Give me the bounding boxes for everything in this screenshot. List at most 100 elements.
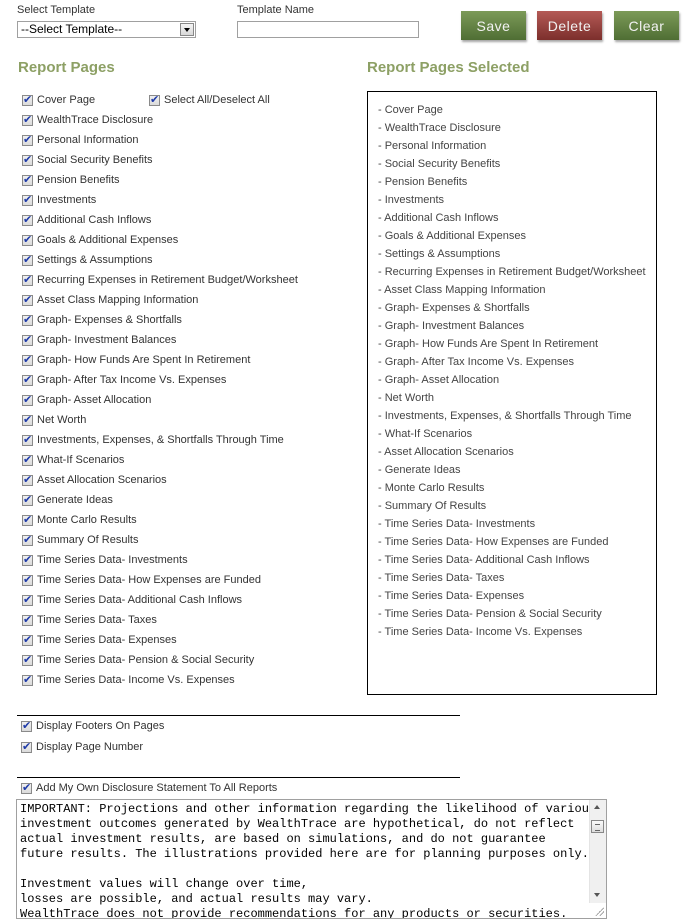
- selected-page-item: - Settings & Assumptions: [378, 248, 501, 260]
- template-name-label: Template Name: [237, 4, 315, 16]
- report-page-checkbox[interactable]: [22, 653, 33, 666]
- selected-page-item: - Investments, Expenses, & Shortfalls Th…: [378, 410, 632, 422]
- selected-page-item: - What-If Scenarios: [378, 428, 473, 440]
- report-page-label: Recurring Expenses in Retirement Budget/…: [37, 274, 298, 286]
- scroll-down-icon[interactable]: [594, 893, 600, 897]
- report-page-checkbox[interactable]: [22, 673, 33, 686]
- chevron-down-icon[interactable]: [180, 23, 194, 36]
- report-page-label: Time Series Data- Expenses: [37, 634, 177, 646]
- selected-page-item: - Net Worth: [378, 392, 435, 404]
- selected-page-item: - Personal Information: [378, 140, 487, 152]
- report-page-checkbox[interactable]: [22, 413, 33, 426]
- report-page-label: Monte Carlo Results: [37, 514, 137, 526]
- scroll-up-icon[interactable]: [594, 805, 600, 809]
- report-page-label: Asset Class Mapping Information: [37, 294, 199, 306]
- report-page-checkbox[interactable]: [22, 133, 33, 146]
- selected-page-item: - Goals & Additional Expenses: [378, 230, 526, 242]
- template-name-input[interactable]: [237, 21, 419, 38]
- report-page-label: Time Series Data- Pension & Social Secur…: [37, 654, 255, 666]
- report-pages-heading: Report Pages: [18, 59, 115, 76]
- report-page-checkbox[interactable]: [22, 113, 33, 126]
- select-template-dropdown[interactable]: --Select Template--: [17, 21, 196, 38]
- report-page-label: Additional Cash Inflows: [37, 214, 152, 226]
- display-page-number-label: Display Page Number: [36, 741, 143, 753]
- report-page-label: Pension Benefits: [37, 174, 120, 186]
- report-page-label: Time Series Data- Additional Cash Inflow…: [37, 594, 243, 606]
- selected-page-item: - Asset Allocation Scenarios: [378, 446, 514, 458]
- report-page-checkbox[interactable]: [22, 253, 33, 266]
- selected-page-item: - Investments: [378, 194, 445, 206]
- display-page-number-checkbox[interactable]: [21, 740, 32, 753]
- scrollbar[interactable]: [589, 800, 606, 903]
- report-page-checkbox[interactable]: [22, 493, 33, 506]
- report-page-checkbox[interactable]: [22, 613, 33, 626]
- selected-page-item: - Time Series Data- Pension & Social Sec…: [378, 608, 602, 620]
- own-disclosure-checkbox[interactable]: [21, 781, 32, 794]
- report-page-label: Generate Ideas: [37, 494, 113, 506]
- report-page-label: Graph- Investment Balances: [37, 334, 177, 346]
- selected-page-item: - Pension Benefits: [378, 176, 468, 188]
- report-page-checkbox[interactable]: [22, 373, 33, 386]
- report-page-checkbox[interactable]: [22, 453, 33, 466]
- disclosure-textarea[interactable]: IMPORTANT: Projections and other informa…: [16, 799, 607, 919]
- report-page-label: Time Series Data- How Expenses are Funde…: [37, 574, 261, 586]
- selected-page-item: - Summary Of Results: [378, 500, 487, 512]
- selected-page-item: - Time Series Data- Additional Cash Infl…: [378, 554, 590, 566]
- report-page-checkbox[interactable]: [22, 273, 33, 286]
- selected-page-item: - Graph- Expenses & Shortfalls: [378, 302, 530, 314]
- select-template-label: Select Template: [17, 4, 96, 16]
- report-page-checkbox[interactable]: [22, 533, 33, 546]
- report-page-checkbox[interactable]: [22, 573, 33, 586]
- report-page-checkbox[interactable]: [22, 593, 33, 606]
- selected-page-item: - Time Series Data- Income Vs. Expenses: [378, 626, 583, 638]
- report-page-label: Graph- Expenses & Shortfalls: [37, 314, 182, 326]
- report-page-checkbox[interactable]: [22, 553, 33, 566]
- report-page-checkbox[interactable]: [22, 393, 33, 406]
- report-page-checkbox[interactable]: [22, 513, 33, 526]
- report-page-label: Summary Of Results: [37, 534, 139, 546]
- report-page-label: Investments: [37, 194, 97, 206]
- selected-page-item: - Time Series Data- Taxes: [378, 572, 505, 584]
- report-page-checkbox[interactable]: [22, 313, 33, 326]
- select-all-checkbox[interactable]: [149, 93, 160, 106]
- selected-page-item: - Cover Page: [378, 104, 443, 116]
- selected-page-item: - Social Security Benefits: [378, 158, 501, 170]
- scroll-thumb[interactable]: [591, 820, 604, 833]
- report-page-checkbox[interactable]: [22, 353, 33, 366]
- delete-button[interactable]: Delete: [537, 11, 602, 40]
- report-page-checkbox[interactable]: [22, 173, 33, 186]
- clear-button[interactable]: Clear: [614, 11, 679, 40]
- selected-page-item: - WealthTrace Disclosure: [378, 122, 501, 134]
- report-page-checkbox[interactable]: [22, 293, 33, 306]
- selected-page-item: - Graph- Investment Balances: [378, 320, 525, 332]
- selected-page-item: - Graph- Asset Allocation: [378, 374, 500, 386]
- report-page-label: WealthTrace Disclosure: [37, 114, 154, 126]
- own-disclosure-label: Add My Own Disclosure Statement To All R…: [36, 782, 278, 794]
- report-pages-selected-heading: Report Pages Selected: [367, 59, 530, 76]
- selected-page-item: - Time Series Data- Investments: [378, 518, 536, 530]
- report-page-checkbox[interactable]: [22, 153, 33, 166]
- report-page-label: What-If Scenarios: [37, 454, 125, 466]
- select-template-value: --Select Template--: [21, 22, 123, 36]
- report-page-label: Social Security Benefits: [37, 154, 153, 166]
- report-page-checkbox[interactable]: [22, 633, 33, 646]
- selected-page-item: - Time Series Data- Expenses: [378, 590, 525, 602]
- report-page-checkbox[interactable]: [22, 233, 33, 246]
- report-page-checkbox[interactable]: [22, 433, 33, 446]
- report-page-checkbox[interactable]: [22, 473, 33, 486]
- selected-pages-box: - Cover Page - WealthTrace Disclosure - Pe…: [367, 91, 657, 695]
- save-button[interactable]: Save: [461, 11, 526, 40]
- selected-page-item: - Time Series Data- How Expenses are Fun…: [378, 536, 609, 548]
- report-page-label: Time Series Data- Investments: [37, 554, 188, 566]
- report-page-checkbox[interactable]: [22, 333, 33, 346]
- selected-page-item: - Graph- After Tax Income Vs. Expenses: [378, 356, 575, 368]
- display-footers-checkbox[interactable]: [21, 719, 32, 732]
- report-page-label: Graph- After Tax Income Vs. Expenses: [37, 374, 227, 386]
- divider: [17, 777, 460, 778]
- report-page-checkbox[interactable]: [22, 193, 33, 206]
- report-page-checkbox[interactable]: [22, 213, 33, 226]
- report-page-label: Asset Allocation Scenarios: [37, 474, 167, 486]
- resize-grip-icon[interactable]: [594, 906, 604, 916]
- disclosure-text: IMPORTANT: Projections and other informa…: [20, 802, 597, 919]
- report-page-checkbox[interactable]: [22, 93, 33, 106]
